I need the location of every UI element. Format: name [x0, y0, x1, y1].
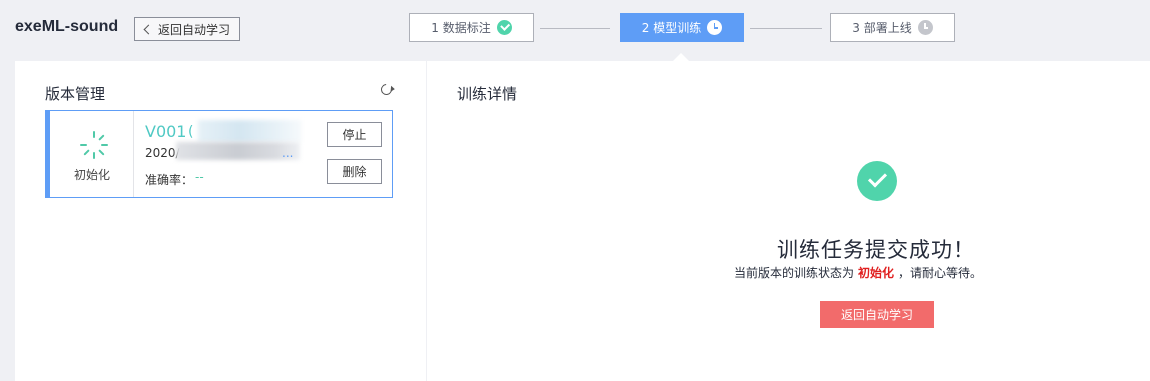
step-data-labeling[interactable]: 1 数据标注	[409, 13, 534, 42]
step-model-training[interactable]: 2 模型训练	[620, 13, 744, 42]
panel-title: 版本管理	[45, 85, 106, 103]
clock-icon	[917, 20, 933, 35]
status-label: 初始化	[73, 168, 110, 182]
version-date: 2020/	[145, 146, 180, 160]
stop-button[interactable]: 停止	[327, 122, 382, 147]
clock-icon	[707, 20, 723, 35]
app-title: exeML-sound	[15, 18, 119, 35]
step-connector	[540, 28, 610, 29]
back-button-label: 返回自动学习	[158, 22, 231, 37]
accuracy-label: 准确率：	[145, 173, 194, 187]
refresh-icon[interactable]	[378, 81, 395, 98]
step-connector	[750, 28, 822, 29]
message-text: 当前版本的训练状态为	[734, 266, 855, 280]
success-message: 当前版本的训练状态为 初始化 ，请耐心等待。	[734, 264, 982, 281]
accuracy-value: --	[195, 170, 204, 184]
step-label: 2 模型训练	[641, 21, 702, 35]
status-highlight: 初始化	[858, 266, 895, 280]
delete-button[interactable]: 删除	[327, 159, 382, 184]
training-details-panel: 训练详情 训练任务提交成功！ 当前版本的训练状态为 初始化 ，请耐心等待。 返回自动…	[427, 61, 1150, 381]
back-to-automl-button[interactable]: 返回自动学习	[134, 17, 240, 41]
step-label: 1 数据标注	[431, 21, 491, 35]
success-check-icon	[857, 161, 897, 201]
step-label: 3 部署上线	[852, 21, 912, 35]
version-status: 初始化	[50, 111, 134, 197]
version-card[interactable]: 初始化 V001 ( 2020/ ... 准确率： -- 停止 删除	[45, 110, 393, 198]
version-date-ellipsis: ...	[282, 146, 294, 160]
success-title: 训练任务提交成功！	[777, 238, 975, 262]
loading-spinner-icon	[80, 131, 108, 159]
version-name[interactable]: V001	[145, 122, 186, 141]
step-deploy[interactable]: 3 部署上线	[830, 13, 955, 42]
redacted-text	[198, 120, 302, 142]
version-name-suffix: (	[188, 124, 194, 140]
check-circle-icon	[496, 20, 512, 35]
active-step-pointer	[673, 53, 689, 61]
version-management-panel: 版本管理 初始化 V001 ( 2020/ ... 准确率： -- 停止 删除	[15, 61, 426, 381]
chevron-left-icon	[143, 24, 154, 34]
message-text: ，请耐心等待。	[898, 266, 983, 280]
panel-title: 训练详情	[457, 85, 518, 103]
return-automl-button[interactable]: 返回自动学习	[820, 301, 934, 328]
